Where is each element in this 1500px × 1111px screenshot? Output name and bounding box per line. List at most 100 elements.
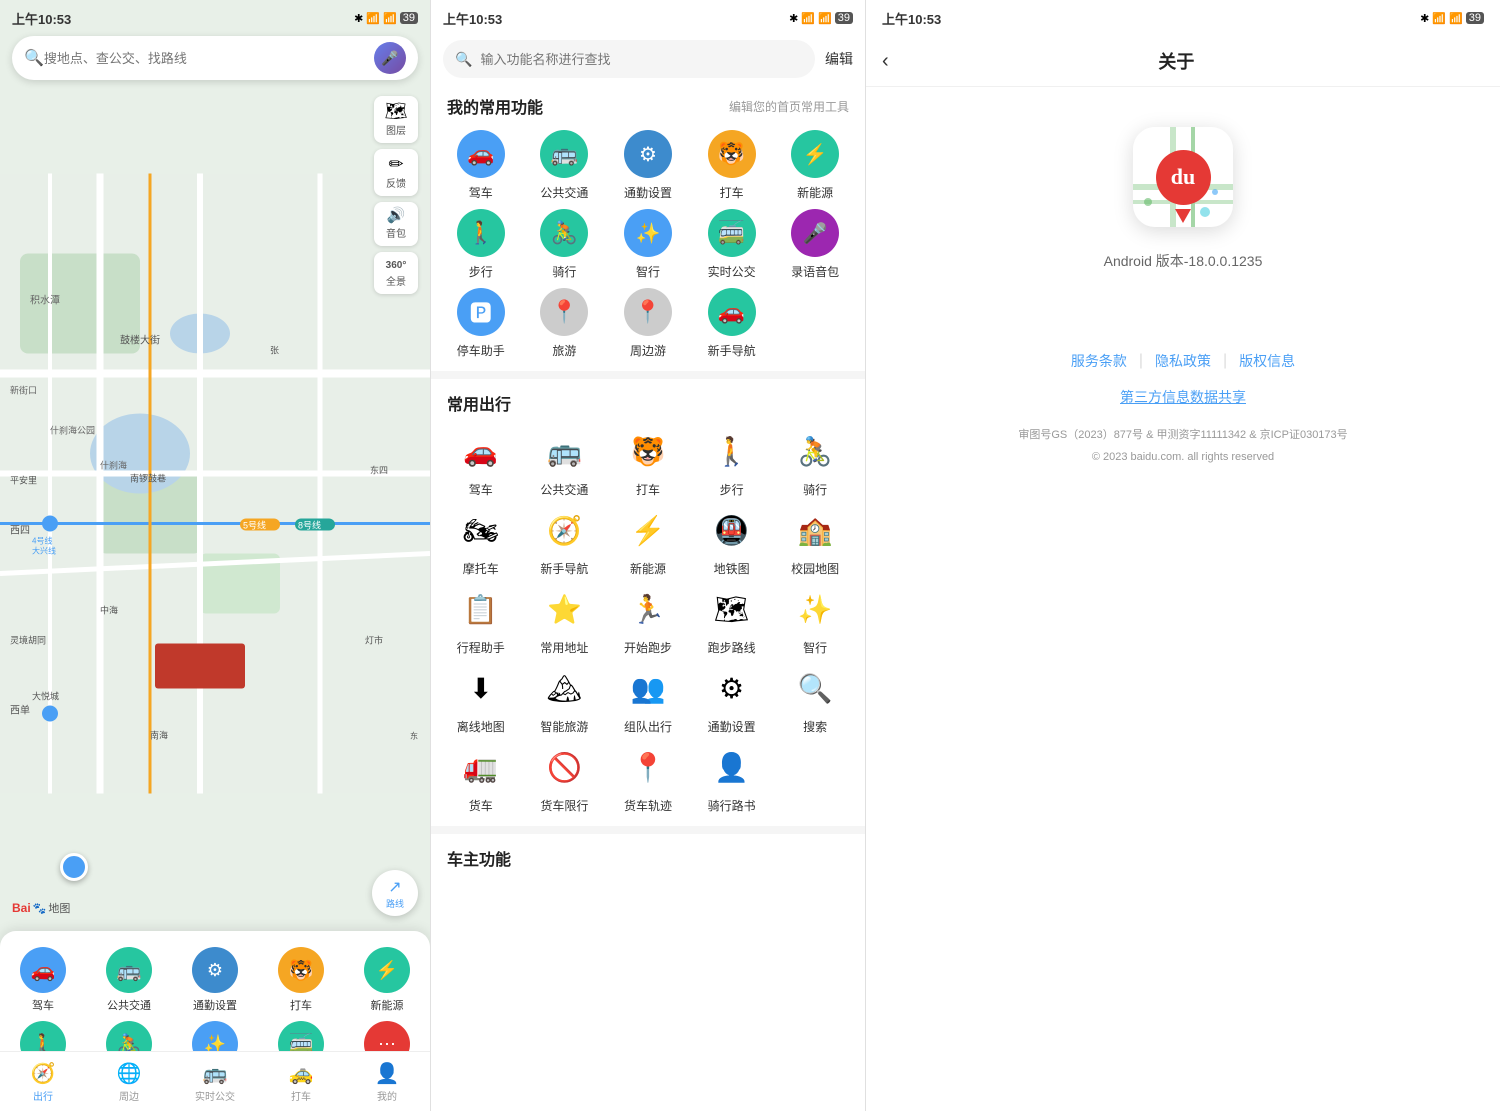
- car-owner-title: 车主功能: [447, 846, 511, 870]
- nav-nearby[interactable]: 🌐 周边: [86, 1061, 172, 1103]
- bt-icon-right: ✱: [1420, 12, 1429, 25]
- ct-offline[interactable]: ⬇ 离线地图: [443, 664, 519, 735]
- baidu-logo: Bai 🐾 地图: [12, 900, 70, 916]
- panorama-button[interactable]: 360° 全景: [374, 252, 418, 294]
- func-travel[interactable]: 📍 旅游: [527, 288, 603, 359]
- middle-scroll-content: 我的常用功能 编辑您的首页常用工具 🚗 驾车 🚌 公共交通 ⚙ 通勤设置 🐯 打…: [431, 82, 865, 1103]
- func-walk[interactable]: 🚶 步行: [443, 209, 519, 280]
- svg-text:南海: 南海: [150, 730, 168, 741]
- search-bar[interactable]: 🔍 🎤: [12, 36, 418, 80]
- ct-search[interactable]: 🔍 搜索: [777, 664, 853, 735]
- ct-drive[interactable]: 🚗 驾车: [443, 427, 519, 498]
- func-drive-icon: 🚗: [457, 130, 505, 178]
- func-commute-icon: ⚙: [624, 130, 672, 178]
- ct-drive-icon: 🚗: [457, 427, 505, 475]
- car-owner-content: [431, 878, 865, 958]
- quick-action-transit[interactable]: 🚌 公共交通: [86, 943, 172, 1017]
- func-transit[interactable]: 🚌 公共交通: [527, 130, 603, 201]
- middle-search-bar[interactable]: 🔍: [443, 40, 815, 78]
- terms-link[interactable]: 服务条款: [1071, 351, 1127, 371]
- privacy-link[interactable]: 隐私政策: [1155, 351, 1211, 371]
- ct-metro[interactable]: 🚇 地铁图: [694, 506, 770, 577]
- ct-campus-icon: 🏫: [791, 506, 839, 554]
- time-left: 上午10:53: [12, 9, 71, 28]
- ct-commute-set-icon: ⚙: [708, 664, 756, 712]
- copyright-link[interactable]: 版权信息: [1239, 351, 1295, 371]
- svg-text:大兴线: 大兴线: [32, 546, 56, 556]
- route-icon: ↗: [388, 877, 401, 897]
- bottom-actions-panel: 🚗 驾车 🚌 公共交通 ⚙ 通勤设置 🐯 打车 ⚡ 新能源: [0, 931, 430, 1111]
- middle-search-input[interactable]: [480, 52, 803, 67]
- ct-smart-travel[interactable]: 🏔 智能旅游: [527, 664, 603, 735]
- mine-icon: 👤: [375, 1061, 400, 1086]
- ct-cycling-book[interactable]: 👤 骑行路书: [694, 743, 770, 814]
- func-parking[interactable]: 🅿 停车助手: [443, 288, 519, 359]
- svg-text:积水潭: 积水潭: [30, 295, 60, 307]
- ct-beginner[interactable]: 🧭 新手导航: [527, 506, 603, 577]
- func-voice-pack[interactable]: 🎤 录语音包: [777, 209, 853, 280]
- route-button[interactable]: ↗ 路线: [372, 870, 418, 916]
- quick-action-commute[interactable]: ⚙ 通勤设置: [172, 943, 258, 1017]
- ct-group[interactable]: 👥 组队出行: [610, 664, 686, 735]
- about-header: ‹ 关于: [866, 36, 1500, 87]
- quick-action-taxi[interactable]: 🐯 打车: [258, 943, 344, 1017]
- func-smart-icon: ✨: [624, 209, 672, 257]
- nav-realtime-bus[interactable]: 🚌 实时公交: [172, 1061, 258, 1103]
- svg-text:新街口: 新街口: [10, 385, 37, 396]
- svg-text:东: 东: [410, 731, 418, 741]
- ct-moto[interactable]: 🏍 摩托车: [443, 506, 519, 577]
- ct-campus[interactable]: 🏫 校园地图: [777, 506, 853, 577]
- ct-truck-track[interactable]: 📍 货车轨迹: [610, 743, 686, 814]
- ct-trip[interactable]: 📋 行程助手: [443, 585, 519, 656]
- feedback-button[interactable]: ✏ 反馈: [374, 149, 418, 196]
- ct-smart[interactable]: ✨ 智行: [777, 585, 853, 656]
- ct-walk-icon: 🚶: [708, 427, 756, 475]
- ct-taxi[interactable]: 🐯 打车: [610, 427, 686, 498]
- quick-action-drive[interactable]: 🚗 驾车: [0, 943, 86, 1017]
- svg-text:4号线: 4号线: [32, 536, 52, 546]
- transit-icon: 🚌: [106, 947, 152, 993]
- func-nearby-tour[interactable]: 📍 周边游: [610, 288, 686, 359]
- ct-trip-icon: 📋: [457, 585, 505, 633]
- func-nearby-tour-icon: 📍: [624, 288, 672, 336]
- func-voice-icon: 🎤: [791, 209, 839, 257]
- ct-bike[interactable]: 🚴 骑行: [777, 427, 853, 498]
- ct-commute-set[interactable]: ⚙ 通勤设置: [694, 664, 770, 735]
- func-bike[interactable]: 🚴 骑行: [527, 209, 603, 280]
- ct-fav[interactable]: ⭐ 常用地址: [527, 585, 603, 656]
- back-button[interactable]: ‹: [882, 50, 889, 73]
- sound-button[interactable]: 🔊 音包: [374, 202, 418, 246]
- ct-run-route[interactable]: 🗺 跑步路线: [694, 585, 770, 656]
- nav-taxi[interactable]: 🚕 打车: [258, 1061, 344, 1103]
- func-placeholder: [777, 288, 853, 359]
- func-smart[interactable]: ✨ 智行: [610, 209, 686, 280]
- ct-truck-limit[interactable]: 🚫 货车限行: [527, 743, 603, 814]
- realtime-bus-nav-icon: 🚌: [203, 1061, 228, 1086]
- func-beginner-nav[interactable]: 🚗 新手导航: [694, 288, 770, 359]
- ct-ev[interactable]: ⚡ 新能源: [610, 506, 686, 577]
- ct-walk[interactable]: 🚶 步行: [694, 427, 770, 498]
- third-party-link[interactable]: 第三方信息数据共享: [886, 387, 1480, 407]
- commute-icon: ⚙: [192, 947, 238, 993]
- search-input-left[interactable]: [44, 51, 374, 66]
- common-travel-title: 常用出行: [447, 391, 511, 415]
- func-ev[interactable]: ⚡ 新能源: [777, 130, 853, 201]
- func-taxi[interactable]: 🐯 打车: [694, 130, 770, 201]
- ct-transit[interactable]: 🚌 公共交通: [527, 427, 603, 498]
- nav-travel[interactable]: 🧭 出行: [0, 1061, 86, 1103]
- svg-text:8号线: 8号线: [298, 520, 321, 531]
- func-drive[interactable]: 🚗 驾车: [443, 130, 519, 201]
- edit-button[interactable]: 编辑: [825, 49, 853, 69]
- quick-action-ev[interactable]: ⚡ 新能源: [344, 943, 430, 1017]
- ct-run[interactable]: 🏃 开始跑步: [610, 585, 686, 656]
- status-icons-middle: ✱ 📶 📶 39: [789, 12, 853, 25]
- legal-text: 审图号GS（2023）877号 & 甲测资字11111342 & 京ICP证03…: [886, 427, 1480, 445]
- layers-button[interactable]: 🗺 图层: [374, 96, 418, 143]
- ct-truck[interactable]: 🚛 货车: [443, 743, 519, 814]
- link-divider-2: |: [1223, 352, 1227, 370]
- voice-button[interactable]: 🎤: [374, 42, 406, 74]
- nav-mine[interactable]: 👤 我的: [344, 1061, 430, 1103]
- func-commute[interactable]: ⚙ 通勤设置: [610, 130, 686, 201]
- func-realtime-bus[interactable]: 🚎 实时公交: [694, 209, 770, 280]
- ev-icon: ⚡: [364, 947, 410, 993]
